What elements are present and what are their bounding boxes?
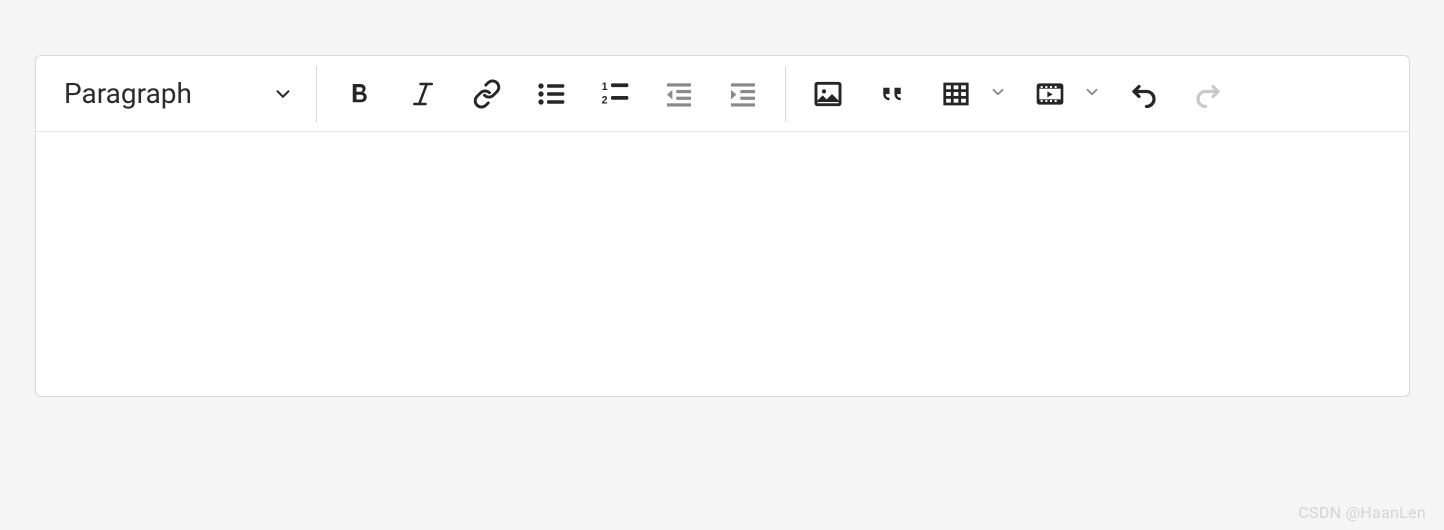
media-dropdown[interactable] — [1078, 65, 1106, 123]
italic-icon — [408, 79, 438, 109]
table-button-group — [924, 65, 1018, 123]
chevron-down-icon — [1083, 83, 1101, 105]
blockquote-button[interactable] — [863, 65, 921, 123]
watermark-text: CSDN @HaanLen — [1298, 503, 1426, 522]
indent-icon — [727, 78, 759, 110]
svg-text:2: 2 — [602, 94, 608, 106]
outdent-icon — [663, 78, 695, 110]
toolbar-divider — [316, 66, 317, 122]
undo-button[interactable] — [1115, 65, 1173, 123]
svg-text:1: 1 — [602, 81, 608, 93]
table-icon — [941, 79, 971, 109]
bullet-list-icon — [535, 78, 567, 110]
redo-icon — [1193, 79, 1223, 109]
media-button-group — [1018, 65, 1112, 123]
chevron-down-icon — [272, 83, 294, 105]
bold-icon — [344, 79, 374, 109]
image-icon — [812, 78, 844, 110]
indent-button[interactable] — [714, 65, 772, 123]
block-format-label: Paragraph — [64, 77, 192, 110]
block-format-select[interactable]: Paragraph — [48, 65, 306, 123]
editor-toolbar: Paragraph — [36, 56, 1409, 132]
bullet-list-button[interactable] — [522, 65, 580, 123]
media-icon — [1034, 78, 1066, 110]
toolbar-divider — [785, 66, 786, 122]
redo-button[interactable] — [1179, 65, 1237, 123]
quote-icon — [877, 79, 907, 109]
bold-button[interactable] — [330, 65, 388, 123]
numbered-list-button[interactable]: 12 — [586, 65, 644, 123]
editor-content-area[interactable] — [36, 132, 1409, 396]
outdent-button[interactable] — [650, 65, 708, 123]
italic-button[interactable] — [394, 65, 452, 123]
numbered-list-icon: 12 — [599, 78, 631, 110]
table-dropdown[interactable] — [984, 65, 1012, 123]
rich-text-editor: Paragraph — [35, 55, 1410, 397]
link-button[interactable] — [458, 65, 516, 123]
image-button[interactable] — [799, 65, 857, 123]
link-icon — [472, 79, 502, 109]
chevron-down-icon — [989, 83, 1007, 105]
table-button[interactable] — [927, 65, 985, 123]
undo-icon — [1129, 79, 1159, 109]
media-button[interactable] — [1021, 65, 1079, 123]
